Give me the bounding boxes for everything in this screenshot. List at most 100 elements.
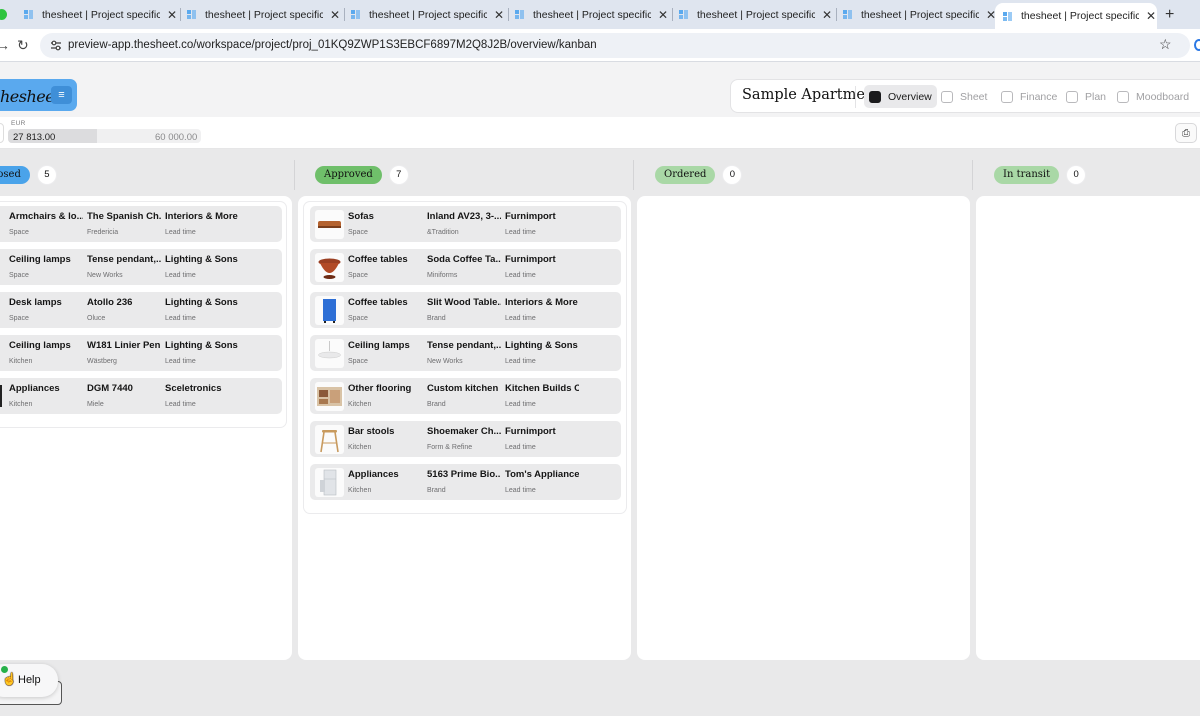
tab-separator	[836, 8, 837, 21]
card-location: Kitchen	[9, 358, 33, 365]
browser-tab-title: thesheet | Project specificat	[861, 8, 979, 21]
card-location: Space	[348, 315, 368, 322]
card-lead: Lead time	[505, 272, 536, 279]
tab-separator	[180, 8, 181, 21]
browser-tab-title: thesheet | Project specificat	[1021, 10, 1139, 22]
overview-icon	[869, 90, 881, 103]
browser-tab[interactable]: thesheet | Project specificat ✕	[841, 3, 997, 26]
pendant-thumbnail-icon	[315, 339, 344, 368]
card-supplier: Interiors & More	[165, 211, 238, 222]
column-separator	[294, 160, 295, 190]
browser-tab-title: thesheet | Project specificat	[205, 8, 323, 21]
card-name: Other flooring	[348, 383, 412, 394]
card-location: Space	[9, 315, 29, 322]
item-card[interactable]: Appliances Kitchen 5163 Prime Bio... Brand T…	[310, 464, 621, 500]
view-tab-finance[interactable]: Finance	[996, 85, 1062, 108]
status-pill[interactable]: Ordered	[655, 165, 716, 184]
reload-icon[interactable]: ↻	[17, 37, 29, 54]
item-card[interactable]: Ceiling lamps Space Tense pendant,... New W…	[0, 249, 282, 285]
window-zoom-button[interactable]	[0, 9, 7, 20]
divider	[855, 86, 856, 108]
card-brand: Miele	[87, 401, 104, 408]
browser-tab[interactable]: thesheet | Project specificat ✕	[185, 3, 341, 26]
item-card[interactable]: Ceiling lamps Kitchen W181 Linier Pen... Wä…	[0, 335, 282, 371]
view-tab-overview[interactable]: Overview	[864, 85, 937, 108]
card-lead: Lead time	[505, 358, 536, 365]
column-header: In transit 0	[994, 165, 1086, 184]
card-supplier: Furnimport	[505, 254, 556, 265]
card-supplier: Interiors & More	[505, 297, 578, 308]
tab-separator	[508, 8, 509, 21]
kanban-column-ordered[interactable]	[637, 196, 970, 660]
app-header: hesheet ≡ Sample Apartment Overview Sheet…	[0, 62, 1200, 117]
card-lead: Lead time	[165, 229, 196, 236]
status-pill[interactable]: Approved	[315, 165, 382, 184]
card-name: Ceiling lamps	[348, 340, 410, 351]
card-name: Desk lamps	[9, 297, 62, 308]
budget-currency: EUR	[11, 120, 26, 127]
browser-tab[interactable]: thesheet | Project specificat ✕	[995, 3, 1157, 29]
item-card[interactable]: Bar stools Kitchen Shoemaker Ch... Form & R…	[310, 421, 621, 457]
card-location: Kitchen	[9, 401, 33, 408]
url-text[interactable]: preview-app.thesheet.co/workspace/projec…	[68, 39, 597, 51]
browser-tab-title: thesheet | Project specificat	[697, 8, 815, 21]
card-brand: Form & Refine	[427, 444, 473, 451]
column-separator	[633, 160, 634, 190]
bookmark-star-icon[interactable]: ☆	[1159, 36, 1172, 53]
new-tab-button[interactable]: +	[1165, 6, 1174, 24]
close-tab-icon[interactable]: ✕	[1145, 9, 1157, 23]
column-header: posed 5	[0, 165, 56, 184]
export-button[interactable]: ⎙	[1175, 123, 1197, 143]
card-product: 5163 Prime Bio...	[427, 469, 501, 480]
item-card[interactable]: Coffee tables Space Soda Coffee Ta... Minif…	[310, 249, 621, 285]
browser-tab[interactable]: thesheet | Project specificat ✕	[677, 3, 833, 26]
item-card[interactable]: Appliances Kitchen DGM 7440 Miele Sceletroni…	[0, 378, 282, 414]
budget-spent: 27 813.00	[13, 132, 56, 143]
close-tab-icon[interactable]: ✕	[493, 8, 505, 22]
sidebar-menu-button[interactable]: ≡	[51, 86, 72, 104]
card-location: Space	[9, 229, 29, 236]
budget-side-handle[interactable]	[0, 123, 4, 143]
profile-icon[interactable]	[1194, 39, 1200, 51]
item-card[interactable]: Armchairs & lo... Space The Spanish Ch... F…	[0, 206, 282, 242]
card-supplier: Lighting & Sons	[505, 340, 578, 351]
project-title[interactable]: Sample Apartment	[742, 87, 880, 103]
card-brand: New Works	[427, 358, 463, 365]
view-tab-plan[interactable]: Plan	[1061, 85, 1111, 108]
status-pill[interactable]: posed	[0, 165, 30, 184]
item-card[interactable]: Coffee tables Space Slit Wood Table... Bran…	[310, 292, 621, 328]
item-card[interactable]: Ceiling lamps Space Tense pendant,... New W…	[310, 335, 621, 371]
card-brand: Wästberg	[87, 358, 117, 365]
view-tab-moodboard[interactable]: Moodboard	[1112, 85, 1194, 108]
card-lead: Lead time	[505, 229, 536, 236]
close-tab-icon[interactable]: ✕	[821, 8, 833, 22]
browser-tab[interactable]: thesheet | Project specificat ✕	[22, 3, 178, 26]
item-card[interactable]: Desk lamps Space Atollo 236 Oluce Lighting &…	[0, 292, 282, 328]
browser-tab[interactable]: thesheet | Project specificat ✕	[513, 3, 669, 26]
browser-tab[interactable]: thesheet | Project specificat ✕	[349, 3, 505, 26]
tab-separator	[672, 8, 673, 21]
budget-bar: EUR 27 813.00 60 000.00	[0, 117, 1200, 149]
view-tab-sheet[interactable]: Sheet	[936, 85, 992, 108]
site-settings-icon[interactable]	[50, 40, 62, 51]
card-lead: Lead time	[505, 401, 536, 408]
kanban-column-in-transit[interactable]	[976, 196, 1200, 660]
close-tab-icon[interactable]: ✕	[657, 8, 669, 22]
card-name: Coffee tables	[348, 297, 408, 308]
close-tab-icon[interactable]: ✕	[166, 8, 178, 22]
help-label: Help	[18, 674, 41, 686]
item-card[interactable]: Sofas Space Inland AV23, 3-... &Tradition Fu…	[310, 206, 621, 242]
sofa-thumbnail-icon	[315, 210, 344, 239]
sheet-icon	[941, 90, 953, 103]
card-name: Appliances	[348, 469, 399, 480]
help-button[interactable]: ☝ Help	[0, 664, 58, 697]
close-tab-icon[interactable]: ✕	[329, 8, 341, 22]
status-pill[interactable]: In transit	[994, 165, 1060, 184]
thesheet-favicon-icon	[24, 10, 33, 19]
thesheet-favicon-icon	[515, 10, 524, 19]
card-lead: Lead time	[165, 315, 196, 322]
card-name: Bar stools	[348, 426, 395, 437]
count-badge: 0	[723, 165, 742, 184]
forward-arrow-icon[interactable]: →	[0, 37, 10, 53]
item-card[interactable]: Other flooring Kitchen Custom kitchen Brand…	[310, 378, 621, 414]
